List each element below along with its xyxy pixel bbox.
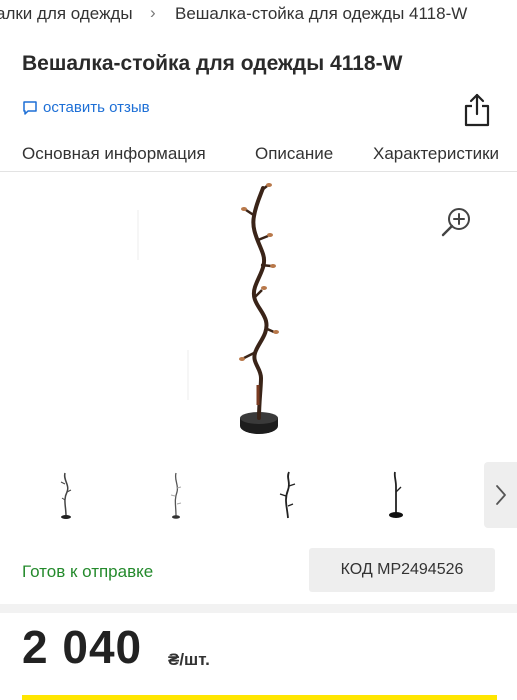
buy-button-edge[interactable] xyxy=(22,695,497,700)
zoom-in-icon[interactable] xyxy=(440,206,472,238)
leave-review-label: оставить отзыв xyxy=(43,99,150,116)
product-tabs: Основная информация Описание Характерист… xyxy=(0,140,517,172)
thumbnail-1[interactable] xyxy=(46,470,86,520)
product-image[interactable] xyxy=(130,180,390,442)
thumbnail-4[interactable] xyxy=(376,470,416,520)
leave-review-link[interactable]: оставить отзыв xyxy=(22,99,150,116)
share-icon[interactable] xyxy=(462,92,492,128)
thumbnail-2[interactable] xyxy=(156,470,196,520)
product-code-badge: КОД MP2494526 xyxy=(309,548,495,592)
tab-description[interactable]: Описание xyxy=(255,144,333,164)
thumbnail-strip xyxy=(0,462,517,528)
comment-icon xyxy=(23,100,37,115)
breadcrumb-parent-link[interactable]: алки для одежды xyxy=(0,4,133,24)
price-value: 2 040 xyxy=(22,621,143,673)
breadcrumb-current: Вешалка-стойка для одежды 4118-W xyxy=(175,4,468,23)
breadcrumb-separator-icon: › xyxy=(150,3,156,22)
section-divider xyxy=(0,604,517,613)
breadcrumb: алки для одежды › Вешалка-стойка для оде… xyxy=(0,0,517,30)
thumbnail-3[interactable] xyxy=(268,470,308,520)
page-title: Вешалка-стойка для одежды 4118-W xyxy=(22,52,403,75)
tab-main-info[interactable]: Основная информация xyxy=(22,144,206,164)
price-unit: ₴/шт. xyxy=(168,650,210,669)
chevron-right-icon xyxy=(495,485,506,505)
thumbnails-next-button[interactable] xyxy=(484,462,517,528)
tab-characteristics[interactable]: Характеристики xyxy=(373,144,499,164)
availability-status: Готов к отправке xyxy=(22,562,154,581)
